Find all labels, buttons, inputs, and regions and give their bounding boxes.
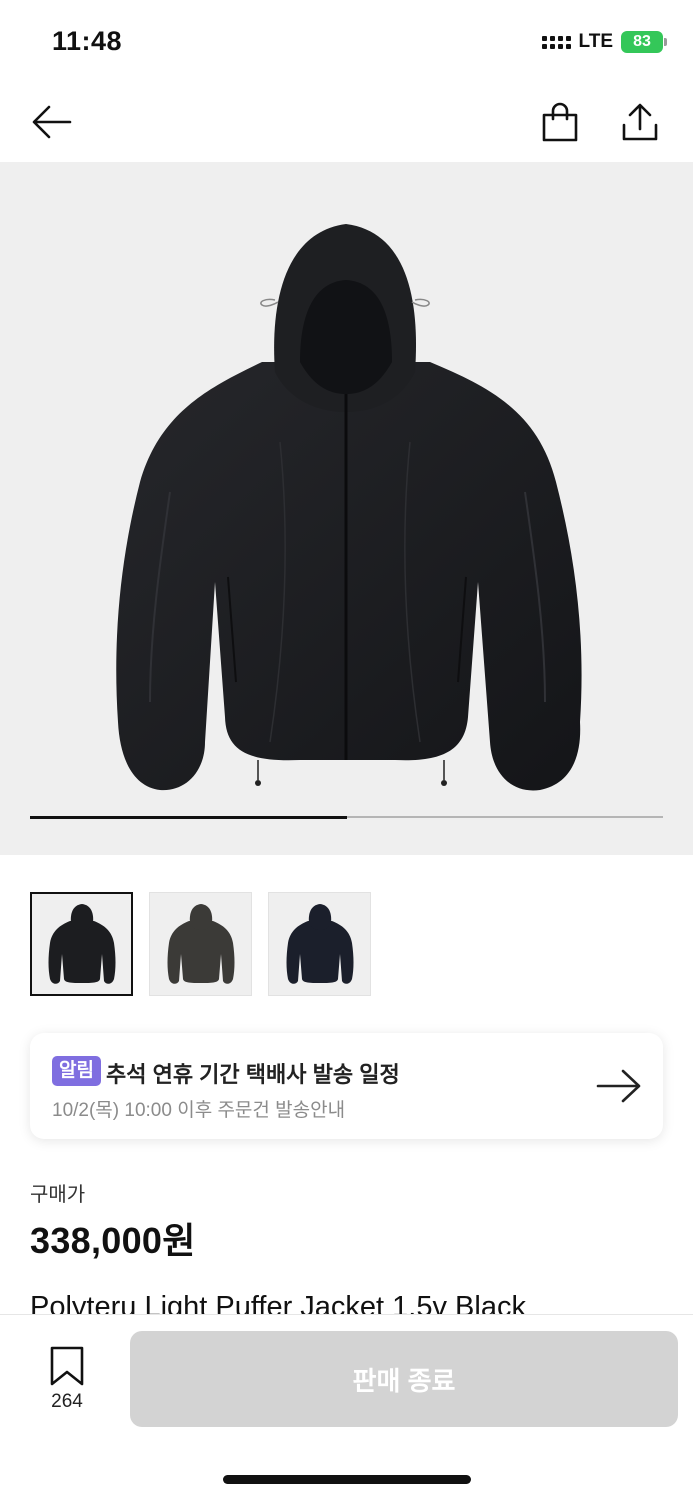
product-image-gallery[interactable]: [0, 162, 693, 855]
thumbnail-1[interactable]: [30, 892, 133, 996]
wishlist-button[interactable]: 264: [36, 1345, 98, 1413]
nav-bar: [0, 82, 693, 162]
share-button[interactable]: [618, 100, 662, 144]
shopping-bag-icon: [542, 102, 578, 142]
price-label: 구매가: [30, 1184, 86, 1206]
home-indicator: [223, 1475, 471, 1484]
arrow-left-icon: [32, 105, 72, 139]
notice-subtitle: 10/2(목) 10:00 이후 주문건 발송안내: [52, 1100, 346, 1121]
network-type: LTE: [578, 31, 613, 52]
thumbnail-2[interactable]: [149, 892, 252, 996]
product-name: Polyteru Light Puffer Jacket 1.5v Black: [30, 1291, 526, 1314]
bottom-action-bar: 264 판매 종료: [0, 1314, 693, 1500]
price-value: 338,000원: [30, 1220, 196, 1261]
bookmark-icon: [50, 1346, 84, 1386]
thumbnail-3[interactable]: [268, 892, 371, 996]
battery-level: 83: [633, 33, 651, 50]
shopping-bag-button[interactable]: [538, 100, 582, 144]
notice-badge: 알림: [52, 1056, 101, 1086]
thumbnail-image-3: [286, 904, 353, 984]
thumbnail-list: [30, 892, 371, 996]
battery-icon: 83: [621, 31, 667, 53]
wishlist-count: 264: [51, 1391, 83, 1412]
back-button[interactable]: [30, 100, 74, 144]
product-image: [116, 224, 582, 791]
arrow-right-icon: [596, 1069, 641, 1103]
notice-banner[interactable]: 알림 추석 연휴 기간 택배사 발송 일정 10/2(목) 10:00 이후 주…: [30, 1033, 663, 1139]
thumbnail-image-1: [48, 904, 115, 984]
thumbnail-image-2: [167, 904, 234, 984]
status-indicators: LTE 83: [541, 31, 667, 53]
status-time: 11:48: [52, 26, 123, 56]
gallery-progress-fill: [30, 815, 347, 819]
sold-out-button[interactable]: 판매 종료: [130, 1331, 678, 1427]
status-bar: 11:48 LTE 83: [0, 0, 693, 82]
gallery-progress-track: [30, 815, 663, 819]
notice-title: 추석 연휴 기간 택배사 발송 일정: [106, 1062, 400, 1087]
share-icon: [622, 103, 658, 141]
signal-icon: [541, 35, 571, 49]
product-name-container: Polyteru Light Puffer Jacket 1.5v Black: [30, 1290, 670, 1314]
